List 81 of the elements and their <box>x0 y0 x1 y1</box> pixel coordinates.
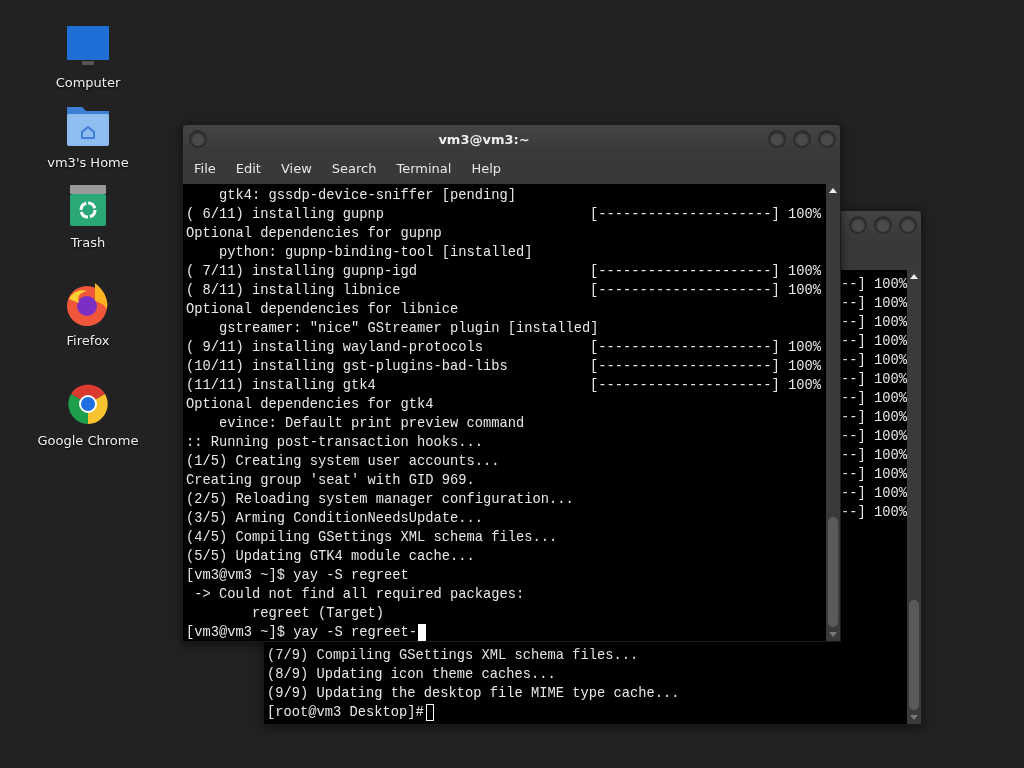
terminal-line: --] 100% <box>841 352 907 370</box>
terminal-line: evince: Default print preview command <box>218 415 526 433</box>
menu-item[interactable]: View <box>270 158 322 179</box>
progress-text: [---------------------] <box>590 282 780 300</box>
progress-text: [---------------------] <box>590 263 780 281</box>
scrollbar-thumb[interactable] <box>909 600 919 710</box>
terminal-line: --] 100% <box>841 333 907 351</box>
terminal-line: (1/5) Creating system user accounts... <box>186 453 501 471</box>
terminal-line: [root@vm3 Desktop]# <box>267 704 424 722</box>
menu-item[interactable]: Help <box>461 158 512 179</box>
icon-label[interactable]: Firefox <box>66 333 110 348</box>
menu-item[interactable]: Edit <box>225 158 271 179</box>
terminal-line: --] 100% <box>841 390 907 408</box>
progress-text: [---------------------] <box>590 206 780 224</box>
terminal-line: (4/5) Compiling GSettings XML schema files... <box>186 529 559 547</box>
terminal-line: --] 100% <box>841 314 907 332</box>
terminal-line: --] 100% <box>841 428 907 446</box>
terminal-line: Optional dependencies for libnice <box>186 301 460 319</box>
terminal-line: Optional dependencies for gtk4 <box>186 396 435 414</box>
terminal-line: --] 100% <box>841 409 907 427</box>
terminal-line: [vm3@vm3 ~]$ yay -S regreet- <box>186 624 418 641</box>
terminal-line: --] 100% <box>841 276 907 294</box>
icon-label[interactable]: vm3's Home <box>47 155 129 170</box>
terminal-line: ( 8/11) installing libnice <box>186 282 402 300</box>
terminal-line: (2/5) Reloading system manager configuration... <box>186 491 575 509</box>
icon-label[interactable]: Trash <box>70 235 106 250</box>
terminal-line: ( 9/11) installing wayland-protocols <box>186 339 485 357</box>
terminal-output[interactable] <box>183 184 826 641</box>
menu-item[interactable]: File <box>184 158 226 179</box>
progress-text: [---------------------] <box>590 339 780 357</box>
title-bar[interactable] <box>841 211 921 239</box>
menu-item[interactable]: Terminal <box>386 158 462 179</box>
progress-percent: 100% <box>788 282 822 300</box>
terminal-line: python: gupnp-binding-tool [installed] <box>218 244 534 262</box>
terminal-line: (11/11) installing gtk4 <box>186 377 377 395</box>
terminal-line: --] 100% <box>841 485 907 503</box>
terminal-line: (10/11) installing gst-plugins-bad-libs <box>186 358 509 376</box>
monitor-icon <box>66 24 110 68</box>
maximize-button[interactable] <box>793 130 811 148</box>
progress-text: [---------------------] <box>590 358 780 376</box>
terminal-line: (8/9) Updating icon theme caches... <box>267 666 557 684</box>
progress-text: [---------------------] <box>590 377 780 395</box>
terminal-line: :: Running post-transaction hooks... <box>186 434 485 452</box>
terminal-line: --] 100% <box>841 466 907 484</box>
scrollbar[interactable] <box>826 184 840 641</box>
terminal-line: (9/9) Updating the desktop file MIME type cache... <box>267 685 681 703</box>
minimize-button[interactable] <box>768 130 786 148</box>
minimize-button[interactable] <box>849 216 867 234</box>
terminal-line: gtk4: gssdp-device-sniffer [pending] <box>218 187 518 205</box>
icon-label[interactable]: Google Chrome <box>37 433 139 448</box>
terminal-line: --] 100% <box>841 295 907 313</box>
close-button[interactable] <box>818 130 836 148</box>
progress-percent: 100% <box>788 206 822 224</box>
close-button[interactable] <box>899 216 917 234</box>
menu-item[interactable]: Search <box>321 158 387 179</box>
terminal-line: Optional dependencies for gupnp <box>186 225 443 243</box>
scrollbar[interactable] <box>907 270 921 724</box>
terminal-line: (5/5) Updating GTK4 module cache... <box>186 548 476 566</box>
progress-percent: 100% <box>788 358 822 376</box>
title-bar[interactable]: vm3@vm3:~ <box>183 125 840 153</box>
terminal-line: --] 100% <box>841 371 907 389</box>
terminal-line: -> Could not find all required packages: <box>193 586 526 604</box>
terminal-line: [vm3@vm3 ~]$ yay -S regreet <box>186 567 410 585</box>
scrollbar-thumb[interactable] <box>828 517 838 627</box>
terminal-line: gstreamer: "nice" GStreamer plugin [installed] <box>218 320 600 338</box>
terminal-line: regreet (Target) <box>251 605 386 623</box>
home-folder-icon <box>66 104 110 148</box>
terminal-line: (3/5) Arming ConditionNeedsUpdate... <box>186 510 485 528</box>
window-menu-button[interactable] <box>189 130 207 148</box>
progress-percent: 100% <box>788 263 822 281</box>
terminal-line: --] 100% <box>841 447 907 465</box>
progress-percent: 100% <box>788 339 822 357</box>
terminal-line: Creating group 'seat' with GID 969. <box>186 472 476 490</box>
progress-percent: 100% <box>788 377 822 395</box>
terminal-line: --] 100% <box>841 504 907 522</box>
window-title: vm3@vm3:~ <box>437 131 531 147</box>
terminal-line: (7/9) Compiling GSettings XML schema files... <box>267 647 640 665</box>
terminal-line: ( 6/11) installing gupnp <box>186 206 386 224</box>
maximize-button[interactable] <box>874 216 892 234</box>
icon-label[interactable]: Computer <box>55 75 121 90</box>
terminal-line: ( 7/11) installing gupnp-igd <box>186 263 419 281</box>
